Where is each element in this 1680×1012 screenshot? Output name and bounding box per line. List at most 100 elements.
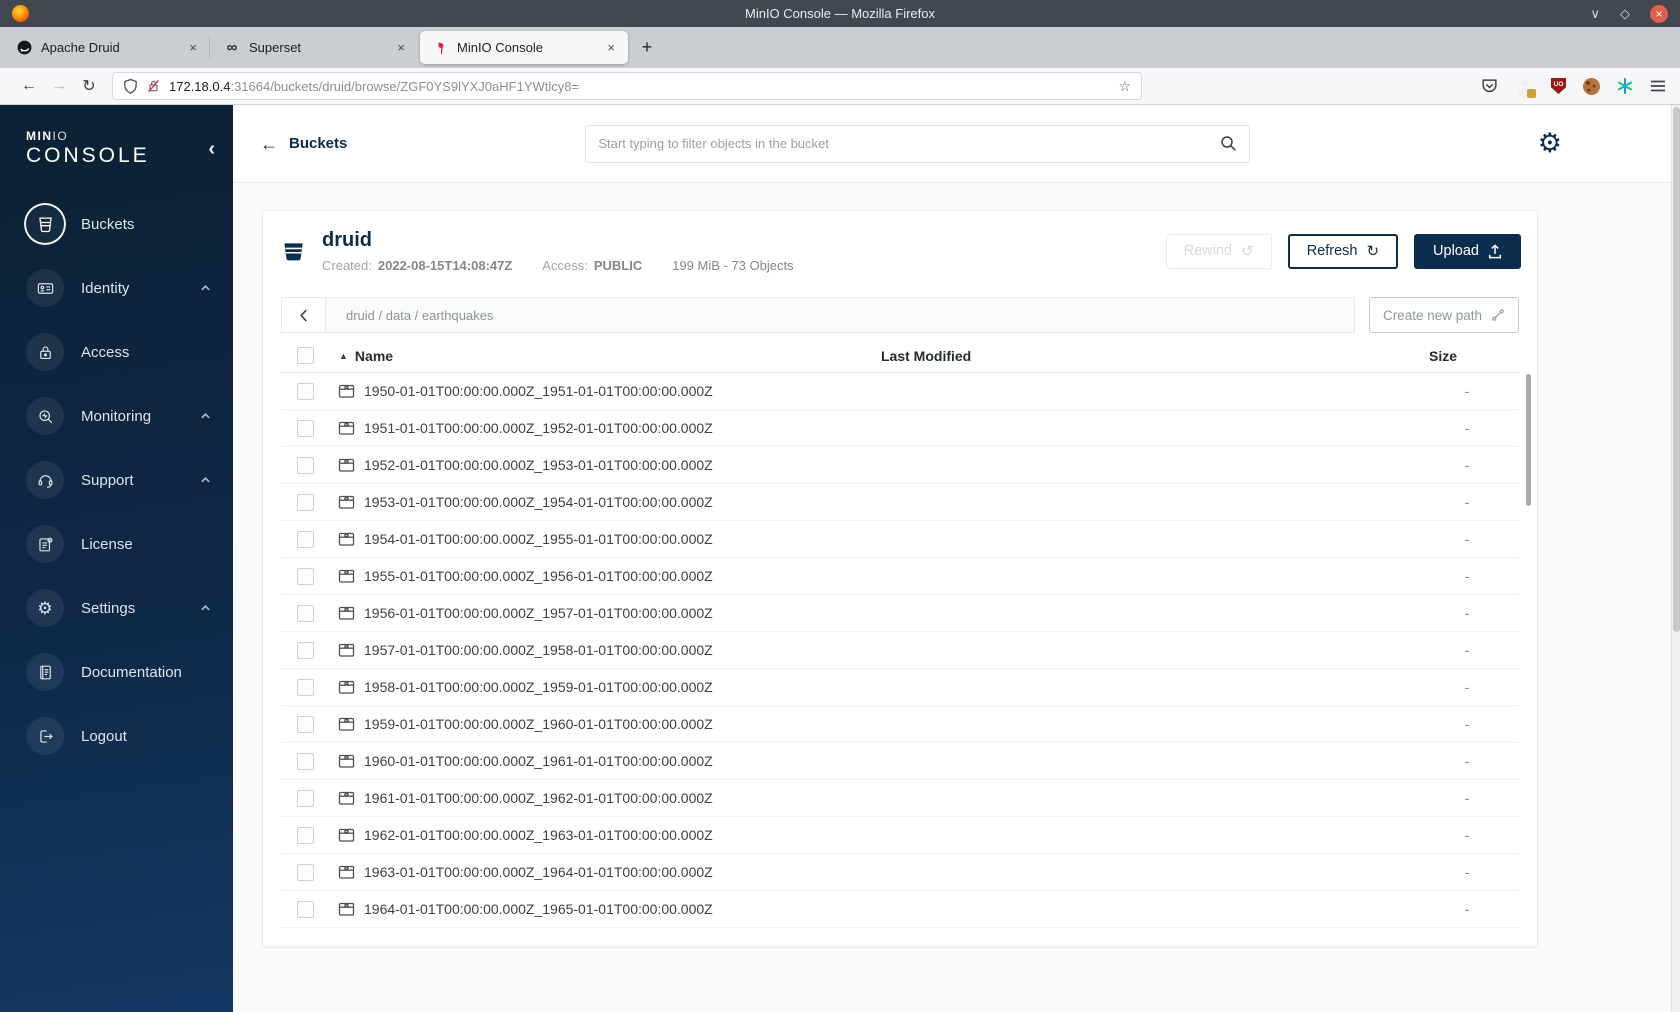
tab-close-icon[interactable]: × xyxy=(186,40,200,55)
object-row[interactable]: 1956-01-01T00:00:00.000Z_1957-01-01T00:0… xyxy=(281,595,1519,632)
row-checkbox[interactable] xyxy=(297,641,314,659)
documentation-icon xyxy=(26,653,64,691)
rewind-button[interactable]: Rewind ↺ xyxy=(1165,233,1272,269)
sidebar-item-monitoring[interactable]: Monitoring xyxy=(0,396,233,436)
upload-button[interactable]: Upload xyxy=(1414,233,1521,269)
sidebar-item-label: Support xyxy=(81,471,134,489)
name-column-header[interactable]: ▲ Name xyxy=(325,348,875,364)
row-checkbox[interactable] xyxy=(297,493,314,511)
sidebar-item-documentation[interactable]: Documentation xyxy=(0,652,233,692)
row-checkbox[interactable] xyxy=(297,715,314,733)
shield-icon[interactable] xyxy=(123,78,138,94)
multi-account-asterisk-icon[interactable] xyxy=(1617,78,1633,94)
back-to-buckets-link[interactable]: ← Buckets xyxy=(260,135,347,153)
row-checkbox[interactable] xyxy=(297,419,314,437)
brand-min: MIN xyxy=(26,129,53,143)
sidebar-item-logout[interactable]: Logout xyxy=(0,716,233,756)
folder-icon xyxy=(338,568,355,584)
tab-apache-druid[interactable]: Apache Druid × xyxy=(2,27,210,68)
row-checkbox[interactable] xyxy=(297,826,314,844)
forward-button[interactable]: → xyxy=(44,77,74,95)
folder-icon xyxy=(338,753,355,769)
row-checkbox[interactable] xyxy=(297,567,314,585)
window-close-button[interactable]: × xyxy=(1650,4,1668,23)
sidebar-item-support[interactable]: Support xyxy=(0,460,233,500)
page-scrollbar[interactable] xyxy=(1671,105,1680,1012)
object-row[interactable]: 1959-01-01T00:00:00.000Z_1960-01-01T00:0… xyxy=(281,706,1519,743)
path-back-button[interactable] xyxy=(282,298,326,332)
sidebar-item-buckets[interactable]: Buckets xyxy=(0,204,233,244)
size-column-header[interactable]: Size xyxy=(1429,348,1519,364)
url-bar[interactable]: 172.18.0.4:31664/buckets/druid/browse/ZG… xyxy=(112,72,1142,100)
object-row[interactable]: 1963-01-01T00:00:00.000Z_1964-01-01T00:0… xyxy=(281,854,1519,891)
object-row[interactable]: 1964-01-01T00:00:00.000Z_1965-01-01T00:0… xyxy=(281,891,1519,928)
object-row[interactable]: 1960-01-01T00:00:00.000Z_1961-01-01T00:0… xyxy=(281,743,1519,780)
object-filter-searchbox[interactable] xyxy=(585,124,1251,163)
row-checkbox[interactable] xyxy=(297,752,314,770)
chevron-up-icon[interactable] xyxy=(200,284,211,292)
row-checkbox[interactable] xyxy=(297,382,314,400)
new-tab-button[interactable]: + xyxy=(630,27,664,68)
page-header: ← Buckets ⚙ xyxy=(233,105,1680,183)
refresh-button[interactable]: Refresh ↻ xyxy=(1287,233,1399,269)
select-all-checkbox[interactable] xyxy=(297,347,314,364)
window-title: MinIO Console — Mozilla Firefox xyxy=(745,6,935,21)
sidebar-item-settings[interactable]: ⚙ Settings xyxy=(0,588,233,628)
object-row[interactable]: 1957-01-01T00:00:00.000Z_1958-01-01T00:0… xyxy=(281,632,1519,669)
row-checkbox[interactable] xyxy=(297,530,314,548)
object-row[interactable]: 1962-01-01T00:00:00.000Z_1963-01-01T00:0… xyxy=(281,817,1519,854)
cookie-icon[interactable] xyxy=(1583,77,1600,95)
sidebar-item-label: Documentation xyxy=(81,663,182,681)
window-titlebar: MinIO Console — Mozilla Firefox ∨ ◇ × xyxy=(0,0,1680,27)
row-checkbox[interactable] xyxy=(297,863,314,881)
folder-icon xyxy=(338,420,355,436)
monitoring-search-icon xyxy=(26,397,64,435)
bookmark-star-icon[interactable]: ☆ xyxy=(1118,78,1131,95)
search-input[interactable] xyxy=(598,136,1221,151)
sidebar-item-license[interactable]: License xyxy=(0,524,233,564)
object-row[interactable]: 1955-01-01T00:00:00.000Z_1956-01-01T00:0… xyxy=(281,558,1519,595)
sidebar-item-label: Identity xyxy=(81,279,130,297)
tab-close-icon[interactable]: × xyxy=(604,40,618,55)
object-row[interactable]: 1950-01-01T00:00:00.000Z_1951-01-01T00:0… xyxy=(281,373,1519,410)
sidebar-collapse-icon[interactable]: ‹ xyxy=(208,139,215,159)
folder-icon xyxy=(338,827,355,843)
account-avatar-icon[interactable] xyxy=(1515,77,1536,98)
access-value: PUBLIC xyxy=(593,258,643,273)
last-modified-column-header[interactable]: Last Modified xyxy=(875,348,1429,364)
hamburger-menu-icon[interactable] xyxy=(1650,79,1666,93)
url-path: :31664/buckets/druid/browse/ZGF0YS9lYXJ0… xyxy=(230,78,580,94)
back-button[interactable]: ← xyxy=(14,77,44,95)
window-minimize-button[interactable]: ∨ xyxy=(1590,7,1600,20)
insecure-lock-icon[interactable] xyxy=(146,78,161,94)
tab-close-icon[interactable]: × xyxy=(394,40,408,55)
table-scrollbar-thumb[interactable] xyxy=(1526,374,1531,506)
chevron-up-icon[interactable] xyxy=(200,412,211,420)
window-maximize-button[interactable]: ◇ xyxy=(1620,7,1630,20)
reload-button[interactable]: ↻ xyxy=(74,76,104,96)
row-checkbox[interactable] xyxy=(297,604,314,622)
tab-minio-console[interactable]: MinIO Console × xyxy=(420,31,628,64)
object-row[interactable]: 1952-01-01T00:00:00.000Z_1953-01-01T00:0… xyxy=(281,447,1519,484)
row-checkbox[interactable] xyxy=(297,456,314,474)
ublock-shield-icon[interactable]: UO xyxy=(1551,78,1566,94)
chevron-up-icon[interactable] xyxy=(200,476,211,484)
breadcrumb-path[interactable]: druid / data / earthquakes xyxy=(346,308,493,323)
object-row[interactable]: 1961-01-01T00:00:00.000Z_1962-01-01T00:0… xyxy=(281,780,1519,817)
row-checkbox[interactable] xyxy=(297,900,314,918)
sidebar-item-identity[interactable]: Identity xyxy=(0,268,233,308)
pocket-icon[interactable] xyxy=(1481,78,1498,94)
object-row[interactable]: 1954-01-01T00:00:00.000Z_1955-01-01T00:0… xyxy=(281,521,1519,558)
sidebar-item-access[interactable]: Access xyxy=(0,332,233,372)
create-new-path-button[interactable]: Create new path xyxy=(1369,297,1519,333)
object-row[interactable]: 1951-01-01T00:00:00.000Z_1952-01-01T00:0… xyxy=(281,410,1519,447)
chevron-up-icon[interactable] xyxy=(200,604,211,612)
console-settings-gear-icon[interactable]: ⚙ xyxy=(1538,130,1562,157)
row-checkbox[interactable] xyxy=(297,678,314,696)
tab-superset[interactable]: ∞ Superset × xyxy=(209,27,418,68)
object-row[interactable]: 1958-01-01T00:00:00.000Z_1959-01-01T00:0… xyxy=(281,669,1519,706)
page-scrollbar-thumb[interactable] xyxy=(1673,107,1680,632)
row-checkbox[interactable] xyxy=(297,789,314,807)
folder-icon xyxy=(338,901,355,917)
object-row[interactable]: 1953-01-01T00:00:00.000Z_1954-01-01T00:0… xyxy=(281,484,1519,521)
